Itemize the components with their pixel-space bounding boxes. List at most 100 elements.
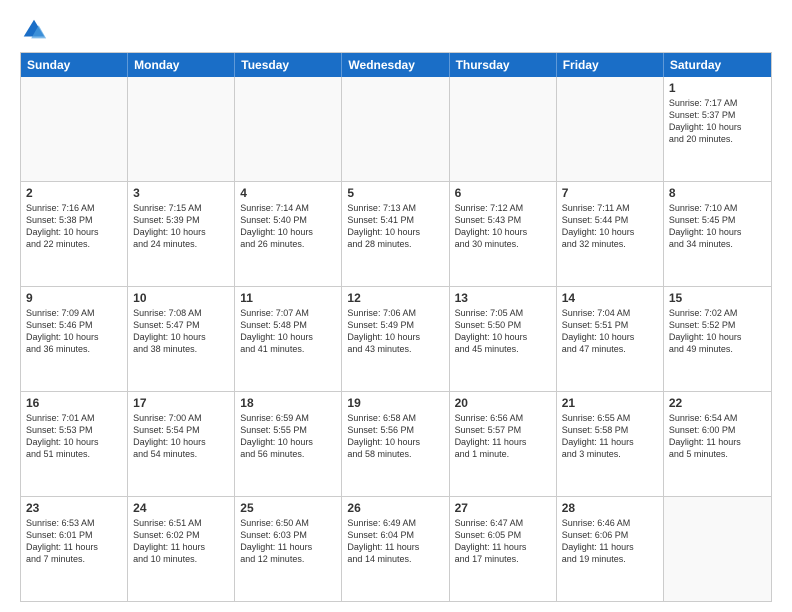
calendar-cell: 3 Sunrise: 7:15 AM Sunset: 5:39 PM Daylig… — [128, 182, 235, 286]
day-number: 6 — [455, 186, 551, 200]
calendar-cell: 5 Sunrise: 7:13 AM Sunset: 5:41 PM Daylig… — [342, 182, 449, 286]
calendar-row: 23 Sunrise: 6:53 AM Sunset: 6:01 PM Dayli… — [21, 497, 771, 601]
day-number: 28 — [562, 501, 658, 515]
calendar-cell: 20Sunrise: 6:56 AM Sunset: 5:57 PM Dayli… — [450, 392, 557, 496]
day-number: 5 — [347, 186, 443, 200]
day-info: Sunrise: 6:55 AM Sunset: 5:58 PM Dayligh… — [562, 412, 658, 461]
header-day: Monday — [128, 53, 235, 77]
calendar-cell: 6 Sunrise: 7:12 AM Sunset: 5:43 PM Daylig… — [450, 182, 557, 286]
day-number: 19 — [347, 396, 443, 410]
day-info: Sunrise: 6:51 AM Sunset: 6:02 PM Dayligh… — [133, 517, 229, 566]
day-info: Sunrise: 7:04 AM Sunset: 5:51 PM Dayligh… — [562, 307, 658, 356]
day-info: Sunrise: 6:47 AM Sunset: 6:05 PM Dayligh… — [455, 517, 551, 566]
calendar-cell: 14 Sunrise: 7:04 AM Sunset: 5:51 PM Dayli… — [557, 287, 664, 391]
day-number: 2 — [26, 186, 122, 200]
calendar-cell: 12 Sunrise: 7:06 AM Sunset: 5:49 PM Dayli… — [342, 287, 449, 391]
day-info: Sunrise: 7:08 AM Sunset: 5:47 PM Dayligh… — [133, 307, 229, 356]
day-info: Sunrise: 6:59 AM Sunset: 5:55 PM Dayligh… — [240, 412, 336, 461]
day-number: 16 — [26, 396, 122, 410]
day-info: Sunrise: 7:02 AM Sunset: 5:52 PM Dayligh… — [669, 307, 766, 356]
calendar-cell: 15 Sunrise: 7:02 AM Sunset: 5:52 PM Dayli… — [664, 287, 771, 391]
day-info: Sunrise: 6:58 AM Sunset: 5:56 PM Dayligh… — [347, 412, 443, 461]
day-info: Sunrise: 7:06 AM Sunset: 5:49 PM Dayligh… — [347, 307, 443, 356]
day-info: Sunrise: 6:50 AM Sunset: 6:03 PM Dayligh… — [240, 517, 336, 566]
day-info: Sunrise: 6:56 AM Sunset: 5:57 PM Dayligh… — [455, 412, 551, 461]
day-number: 10 — [133, 291, 229, 305]
calendar-cell: 26 Sunrise: 6:49 AM Sunset: 6:04 PM Dayli… — [342, 497, 449, 601]
calendar-cell: 4 Sunrise: 7:14 AM Sunset: 5:40 PM Daylig… — [235, 182, 342, 286]
day-number: 17 — [133, 396, 229, 410]
day-number: 7 — [562, 186, 658, 200]
day-number: 27 — [455, 501, 551, 515]
calendar-cell — [235, 77, 342, 181]
calendar-cell: 8 Sunrise: 7:10 AM Sunset: 5:45 PM Daylig… — [664, 182, 771, 286]
day-info: Sunrise: 7:12 AM Sunset: 5:43 PM Dayligh… — [455, 202, 551, 251]
day-info: Sunrise: 7:00 AM Sunset: 5:54 PM Dayligh… — [133, 412, 229, 461]
header-day: Thursday — [450, 53, 557, 77]
day-number: 21 — [562, 396, 658, 410]
calendar-cell: 21 Sunrise: 6:55 AM Sunset: 5:58 PM Dayli… — [557, 392, 664, 496]
calendar-row: 9 Sunrise: 7:09 AM Sunset: 5:46 PM Daylig… — [21, 287, 771, 392]
header-day: Tuesday — [235, 53, 342, 77]
day-info: Sunrise: 6:54 AM Sunset: 6:00 PM Dayligh… — [669, 412, 766, 461]
calendar-cell: 28 Sunrise: 6:46 AM Sunset: 6:06 PM Dayli… — [557, 497, 664, 601]
calendar-cell: 13 Sunrise: 7:05 AM Sunset: 5:50 PM Dayli… — [450, 287, 557, 391]
calendar-cell — [342, 77, 449, 181]
calendar-body: 1Sunrise: 7:17 AM Sunset: 5:37 PM Daylig… — [21, 77, 771, 601]
day-number: 8 — [669, 186, 766, 200]
day-number: 26 — [347, 501, 443, 515]
calendar-cell: 2 Sunrise: 7:16 AM Sunset: 5:38 PM Daylig… — [21, 182, 128, 286]
day-info: Sunrise: 7:14 AM Sunset: 5:40 PM Dayligh… — [240, 202, 336, 251]
day-info: Sunrise: 7:11 AM Sunset: 5:44 PM Dayligh… — [562, 202, 658, 251]
calendar-cell — [664, 497, 771, 601]
calendar-cell: 23 Sunrise: 6:53 AM Sunset: 6:01 PM Dayli… — [21, 497, 128, 601]
calendar-row: 1Sunrise: 7:17 AM Sunset: 5:37 PM Daylig… — [21, 77, 771, 182]
calendar-cell — [128, 77, 235, 181]
day-number: 18 — [240, 396, 336, 410]
day-number: 12 — [347, 291, 443, 305]
calendar: SundayMondayTuesdayWednesdayThursdayFrid… — [20, 52, 772, 602]
calendar-cell: 11 Sunrise: 7:07 AM Sunset: 5:48 PM Dayli… — [235, 287, 342, 391]
calendar-cell: 7 Sunrise: 7:11 AM Sunset: 5:44 PM Daylig… — [557, 182, 664, 286]
calendar-header: SundayMondayTuesdayWednesdayThursdayFrid… — [21, 53, 771, 77]
day-info: Sunrise: 6:46 AM Sunset: 6:06 PM Dayligh… — [562, 517, 658, 566]
calendar-row: 2 Sunrise: 7:16 AM Sunset: 5:38 PM Daylig… — [21, 182, 771, 287]
day-number: 24 — [133, 501, 229, 515]
day-number: 14 — [562, 291, 658, 305]
calendar-cell — [450, 77, 557, 181]
day-number: 25 — [240, 501, 336, 515]
day-info: Sunrise: 7:01 AM Sunset: 5:53 PM Dayligh… — [26, 412, 122, 461]
calendar-cell: 17 Sunrise: 7:00 AM Sunset: 5:54 PM Dayli… — [128, 392, 235, 496]
day-info: Sunrise: 7:13 AM Sunset: 5:41 PM Dayligh… — [347, 202, 443, 251]
header-day: Sunday — [21, 53, 128, 77]
header-day: Wednesday — [342, 53, 449, 77]
day-info: Sunrise: 7:09 AM Sunset: 5:46 PM Dayligh… — [26, 307, 122, 356]
day-number: 22 — [669, 396, 766, 410]
day-number: 13 — [455, 291, 551, 305]
calendar-cell: 1Sunrise: 7:17 AM Sunset: 5:37 PM Daylig… — [664, 77, 771, 181]
day-info: Sunrise: 7:07 AM Sunset: 5:48 PM Dayligh… — [240, 307, 336, 356]
calendar-cell: 10 Sunrise: 7:08 AM Sunset: 5:47 PM Dayli… — [128, 287, 235, 391]
header — [20, 16, 772, 44]
day-number: 11 — [240, 291, 336, 305]
calendar-cell: 27 Sunrise: 6:47 AM Sunset: 6:05 PM Dayli… — [450, 497, 557, 601]
day-info: Sunrise: 7:16 AM Sunset: 5:38 PM Dayligh… — [26, 202, 122, 251]
day-info: Sunrise: 7:17 AM Sunset: 5:37 PM Dayligh… — [669, 97, 766, 146]
day-info: Sunrise: 7:15 AM Sunset: 5:39 PM Dayligh… — [133, 202, 229, 251]
day-number: 23 — [26, 501, 122, 515]
calendar-row: 16 Sunrise: 7:01 AM Sunset: 5:53 PM Dayli… — [21, 392, 771, 497]
day-info: Sunrise: 7:05 AM Sunset: 5:50 PM Dayligh… — [455, 307, 551, 356]
calendar-cell: 16 Sunrise: 7:01 AM Sunset: 5:53 PM Dayli… — [21, 392, 128, 496]
calendar-cell: 19 Sunrise: 6:58 AM Sunset: 5:56 PM Dayli… — [342, 392, 449, 496]
logo — [20, 16, 52, 44]
calendar-cell: 9 Sunrise: 7:09 AM Sunset: 5:46 PM Daylig… — [21, 287, 128, 391]
day-info: Sunrise: 6:53 AM Sunset: 6:01 PM Dayligh… — [26, 517, 122, 566]
calendar-cell: 22 Sunrise: 6:54 AM Sunset: 6:00 PM Dayli… — [664, 392, 771, 496]
day-info: Sunrise: 6:49 AM Sunset: 6:04 PM Dayligh… — [347, 517, 443, 566]
day-info: Sunrise: 7:10 AM Sunset: 5:45 PM Dayligh… — [669, 202, 766, 251]
day-number: 9 — [26, 291, 122, 305]
calendar-cell: 25 Sunrise: 6:50 AM Sunset: 6:03 PM Dayli… — [235, 497, 342, 601]
day-number: 15 — [669, 291, 766, 305]
day-number: 3 — [133, 186, 229, 200]
day-number: 4 — [240, 186, 336, 200]
